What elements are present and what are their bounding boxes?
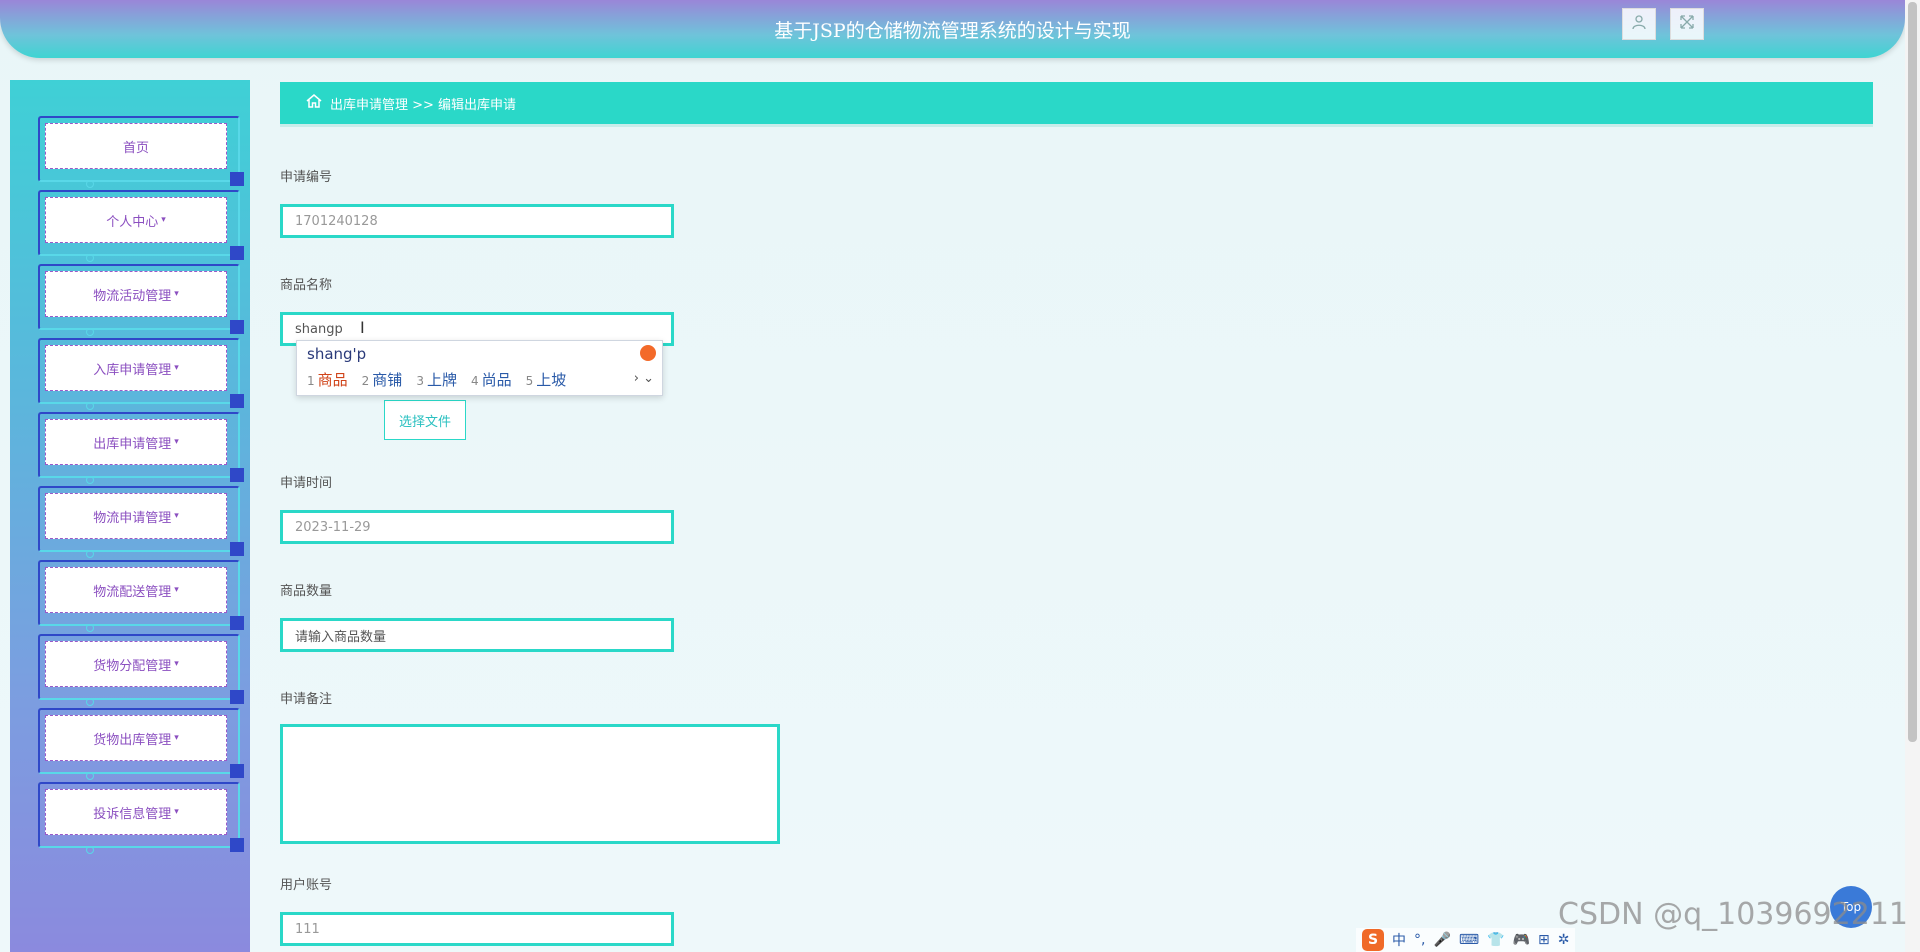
- user-account-label: 用户账号: [280, 878, 333, 893]
- sidebar-item-logistics-apply[interactable]: 物流申请管理 ▾: [38, 486, 244, 558]
- ime-mode-icon[interactable]: 中: [1392, 930, 1406, 950]
- sidebar-item-logistics-activity[interactable]: 物流活动管理 ▾: [38, 264, 244, 336]
- fullscreen-icon: [1679, 14, 1695, 34]
- scrollbar-thumb[interactable]: [1908, 2, 1917, 742]
- ime-candidate[interactable]: 1 商品: [307, 369, 348, 390]
- sidebar: 首页 个人中心 ▾ 物流活动管理 ▾ 入库申请管理 ▾ 出库申请管理 ▾ 物流申请管理 ▾…: [10, 80, 250, 952]
- choose-file-button[interactable]: 选择文件: [384, 400, 466, 440]
- sidebar-item-label: 货物出库管理: [93, 732, 172, 748]
- apply-no-label: 申请编号: [280, 170, 333, 185]
- sidebar-item-label: 出库申请管理: [93, 436, 172, 452]
- sidebar-item-inbound-apply[interactable]: 入库申请管理 ▾: [38, 338, 244, 410]
- apply-time-label: 申请时间: [280, 476, 333, 491]
- sidebar-item-goods-outbound[interactable]: 货物出库管理 ▾: [38, 708, 244, 780]
- ime-candidates: 1 商品 2 商铺 3 上牌 4 尚品 5 上坡: [307, 369, 566, 390]
- watermark: CSDN @q_1039692211: [1558, 897, 1908, 932]
- caret-down-icon: ▾: [174, 659, 179, 669]
- sidebar-item-label: 个人中心: [106, 214, 159, 230]
- game-icon[interactable]: 🎮: [1513, 932, 1530, 948]
- product-name-label: 商品名称: [280, 278, 333, 293]
- ime-candidate[interactable]: 5 上坡: [526, 369, 567, 390]
- sidebar-item-label: 首页: [122, 140, 149, 156]
- sidebar-item-label: 货物分配管理: [93, 658, 172, 674]
- caret-down-icon: ▾: [174, 437, 179, 447]
- keyboard-icon[interactable]: ⌨: [1459, 932, 1479, 948]
- quantity-field[interactable]: 请输入商品数量: [280, 618, 674, 652]
- caret-down-icon: ▾: [174, 585, 179, 595]
- sidebar-item-label: 入库申请管理: [93, 362, 172, 378]
- sidebar-item-home[interactable]: 首页: [38, 116, 244, 188]
- apply-no-field[interactable]: 1701240128: [280, 204, 674, 238]
- user-account-field[interactable]: 111: [280, 912, 674, 946]
- sidebar-item-label: 物流活动管理: [93, 288, 172, 304]
- remark-textarea[interactable]: [280, 724, 780, 844]
- microphone-icon[interactable]: 🎤: [1433, 932, 1450, 948]
- app-title: 基于JSP的仓储物流管理系统的设计与实现: [774, 20, 1131, 42]
- ime-next-page-icon[interactable]: › ⌄: [634, 371, 654, 386]
- caret-down-icon: ▾: [161, 215, 166, 225]
- user-button[interactable]: [1622, 8, 1656, 40]
- sidebar-item-complaints[interactable]: 投诉信息管理 ▾: [38, 782, 244, 854]
- sogou-logo-icon[interactable]: S: [1362, 929, 1384, 951]
- ime-candidate[interactable]: 2 商铺: [362, 369, 403, 390]
- ime-candidate[interactable]: 4 尚品: [471, 369, 512, 390]
- ime-candidate[interactable]: 3 上牌: [416, 369, 457, 390]
- page-scrollbar[interactable]: [1905, 0, 1920, 952]
- apps-icon[interactable]: ⊞: [1538, 932, 1550, 948]
- settings-icon[interactable]: ✲: [1558, 932, 1570, 948]
- punctuation-icon[interactable]: °,: [1414, 932, 1425, 948]
- caret-down-icon: ▾: [174, 807, 179, 817]
- ime-toolbar: S 中 °, 🎤 ⌨ 👕 🎮 ⊞ ✲: [1356, 928, 1576, 952]
- caret-down-icon: ▾: [174, 511, 179, 521]
- user-icon: [1631, 14, 1647, 34]
- sidebar-item-label: 投诉信息管理: [93, 806, 172, 822]
- sidebar-item-goods-allocation[interactable]: 货物分配管理 ▾: [38, 634, 244, 706]
- apply-time-field[interactable]: 2023-11-29: [280, 510, 674, 544]
- header: 基于JSP的仓储物流管理系统的设计与实现: [0, 0, 1905, 58]
- breadcrumb-text[interactable]: 出库申请管理 >> 编辑出库申请: [330, 94, 516, 113]
- caret-down-icon: ▾: [174, 289, 179, 299]
- sidebar-item-label: 物流申请管理: [93, 510, 172, 526]
- ime-skin-icon[interactable]: [640, 345, 656, 361]
- sidebar-item-logistics-delivery[interactable]: 物流配送管理 ▾: [38, 560, 244, 632]
- home-icon[interactable]: [306, 93, 322, 113]
- ime-candidate-popup: shang'p 1 商品 2 商铺 3 上牌 4 尚品 5 上坡 › ⌄: [296, 340, 663, 396]
- fullscreen-button[interactable]: [1670, 8, 1704, 40]
- sidebar-item-personal-center[interactable]: 个人中心 ▾: [38, 190, 244, 262]
- caret-down-icon: ▾: [174, 733, 179, 743]
- ime-composition: shang'p: [307, 345, 367, 363]
- text-cursor-icon: I: [360, 318, 365, 337]
- quantity-label: 商品数量: [280, 584, 333, 599]
- sidebar-item-outbound-apply[interactable]: 出库申请管理 ▾: [38, 412, 244, 484]
- caret-down-icon: ▾: [174, 363, 179, 373]
- breadcrumb: 出库申请管理 >> 编辑出库申请: [280, 82, 1873, 127]
- skin-icon[interactable]: 👕: [1487, 932, 1504, 948]
- sidebar-item-label: 物流配送管理: [93, 584, 172, 600]
- remark-label: 申请备注: [280, 692, 333, 707]
